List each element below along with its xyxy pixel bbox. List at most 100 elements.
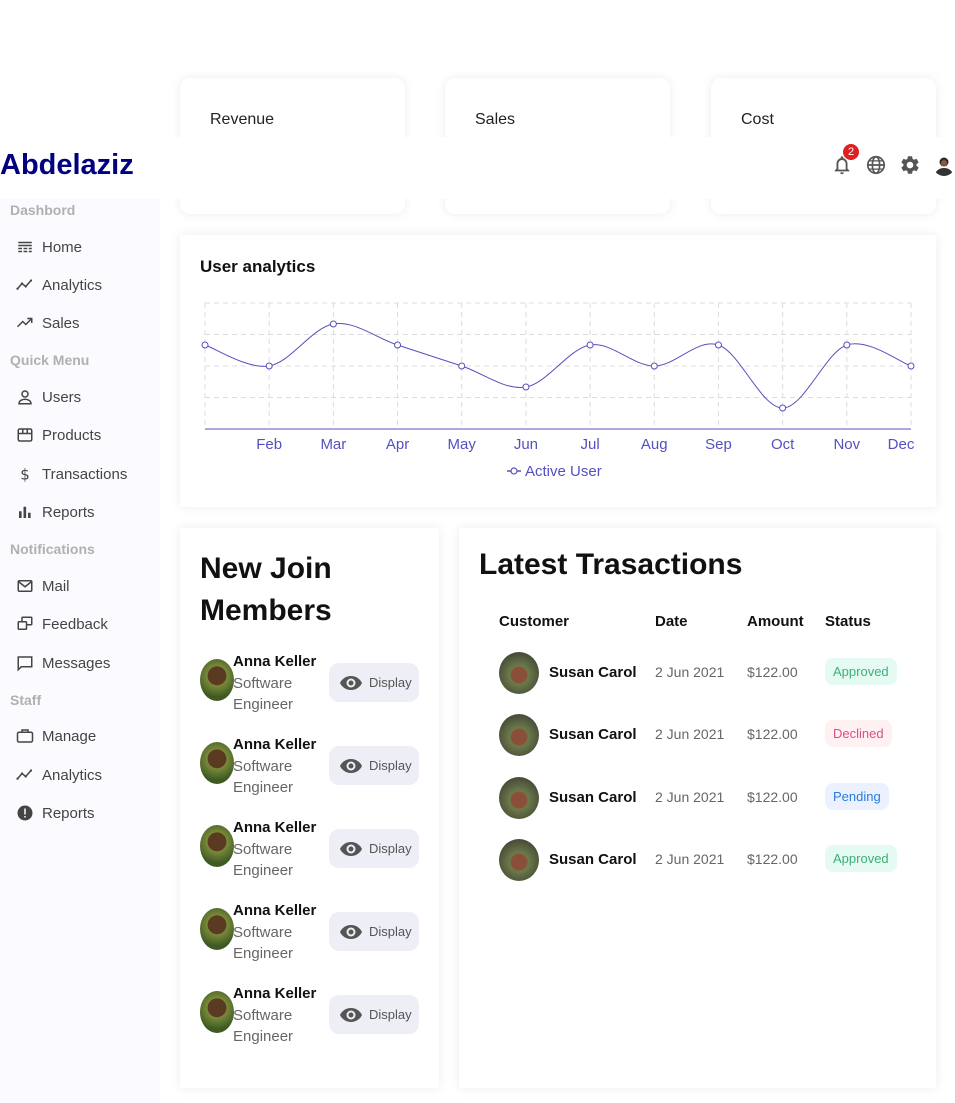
status-badge[interactable]: Pending [825,783,889,810]
sidebar-item-label: Feedback [42,615,108,633]
sidebar-item-manage[interactable]: Manage [16,724,96,748]
new-members-widget: New Join Members Anna Keller Software En… [180,528,439,1088]
timeline-icon [16,276,34,294]
x-tick-label: Aug [641,436,668,453]
display-button[interactable]: Display [329,746,419,785]
eye-icon [340,675,362,690]
column-header-amount: Amount [747,613,804,630]
member-avatar [200,825,234,867]
customer-name: Susan Carol [549,789,637,806]
x-tick-label: Mar [320,436,346,453]
display-button[interactable]: Display [329,912,419,951]
display-button[interactable]: Display [329,995,419,1034]
members-title: New Join Members [200,552,332,627]
transaction-amount: $122.00 [747,664,798,680]
status-badge[interactable]: Declined [825,720,892,747]
member-avatar [200,742,234,784]
transaction-date: 2 Jun 2021 [655,664,725,680]
chart-x-ticks: Feb Mar Apr May Jun Jul Aug Sep Oct Nov Dec [256,436,915,453]
chart-legend[interactable]: Active User [507,463,602,480]
sidebar-item-feedback[interactable]: Feedback [16,612,108,636]
sidebar-item-reports[interactable]: Reports [16,500,95,524]
sidebar-item-label: Reports [42,503,95,521]
mail-icon [16,577,34,595]
status-badge[interactable]: Approved [825,845,897,872]
sidebar-item-home[interactable]: Home [16,235,82,259]
transaction-amount: $122.00 [747,726,798,742]
globe-icon[interactable] [865,154,887,176]
customer-avatar [499,839,539,881]
eye-icon [340,758,362,773]
data-point[interactable] [779,404,787,412]
dashboard-page: Revenue Sales Cost Abdelaziz 2 Dashbord [0,0,955,1103]
transaction-amount: $122.00 [747,789,798,805]
data-point[interactable] [394,341,402,349]
data-point[interactable] [650,362,658,370]
data-point[interactable] [522,383,530,391]
sidebar-item-label: Mail [42,577,70,595]
sidebar-item-transactions[interactable]: $ Transactions [16,462,127,486]
data-point[interactable] [714,341,722,349]
member-job: Software Engineer [233,841,294,879]
x-tick-label: Jul [580,436,599,453]
member-name: Anna Keller [233,736,317,753]
data-point[interactable] [265,362,273,370]
series-line-active-user [204,323,912,409]
sidebar-item-label: Products [42,426,102,444]
transaction-date: 2 Jun 2021 [655,851,725,867]
sidebar-item-label: Analytics [42,766,103,784]
sidebar-item-staff-analytics[interactable]: Analytics [16,763,102,787]
x-tick-label: Apr [386,436,409,453]
bell-icon[interactable]: 2 [831,144,859,176]
sidebar-item-label: Manage [42,727,97,745]
latest-transactions-widget: Latest Trasactions Customer Date Amount … [459,528,936,1088]
display-button[interactable]: Display [329,663,419,702]
legend-label: Active User [525,463,602,480]
svg-text:$: $ [20,465,30,483]
report-icon [16,804,34,822]
store-icon [16,426,34,444]
display-button-label: Display [369,1007,412,1022]
member-job: Software Engineer [233,675,294,713]
sidebar-item-label: Sales [42,314,80,332]
gear-icon[interactable] [899,154,921,176]
member-item: Anna Keller Software Engineer Display [200,985,420,1045]
display-button[interactable]: Display [329,829,419,868]
sidebar-item-analytics[interactable]: Analytics [16,273,102,297]
data-point[interactable] [843,341,851,349]
customer-name: Susan Carol [549,851,637,868]
data-point[interactable] [458,362,466,370]
data-point[interactable] [329,320,337,328]
member-avatar [200,659,234,701]
x-tick-label: Jun [514,436,538,453]
customer-avatar [499,652,539,694]
member-avatar [200,908,234,950]
table-row: Susan Carol 2 Jun 2021 $122.00 Approved [459,652,936,694]
user-avatar[interactable] [933,154,955,176]
data-point[interactable] [586,341,594,349]
x-tick-label: Sep [705,436,732,453]
sidebar-item-products[interactable]: Products [16,423,101,447]
status-badge[interactable]: Approved [825,658,897,685]
transactions-title: Latest Trasactions [479,548,743,581]
sidebar-item-label: Analytics [42,276,103,294]
sidebar-item-label: Reports [42,804,95,822]
sidebar-item-staff-reports[interactable]: Reports [16,801,95,825]
sidebar-item-sales[interactable]: Sales [16,311,80,335]
sidebar-item-mail[interactable]: Mail [16,574,70,598]
feature-title: Sales [475,111,516,128]
feature-title: Cost [741,111,774,128]
display-button-label: Display [369,841,412,856]
member-name: Anna Keller [233,819,317,836]
brand-logo[interactable]: Abdelaziz [0,149,134,182]
data-point[interactable] [201,341,209,349]
member-name: Anna Keller [233,902,317,919]
topbar-icons: 2 [831,144,955,176]
sidebar-item-users[interactable]: Users [16,385,81,409]
legend-point-icon [510,467,518,475]
member-avatar [200,991,234,1033]
sidebar-item-messages[interactable]: Messages [16,651,110,675]
member-job: Software Engineer [233,758,294,796]
data-point[interactable] [907,362,915,370]
transaction-date: 2 Jun 2021 [655,789,725,805]
